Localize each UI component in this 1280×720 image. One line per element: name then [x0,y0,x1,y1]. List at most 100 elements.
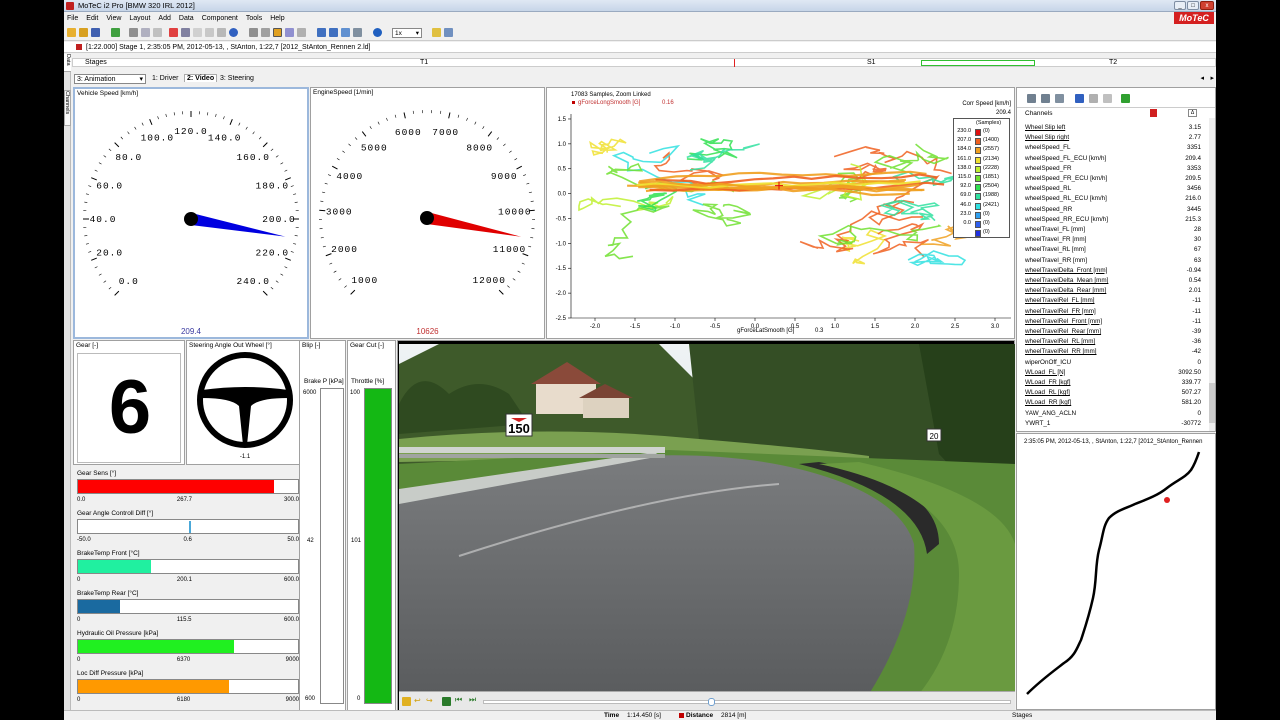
zoom-icon[interactable] [285,28,294,37]
video-timeline-knob[interactable] [708,698,715,706]
skip-forward-icon[interactable]: ⏭ [469,695,476,705]
view-icon[interactable] [1089,94,1098,103]
channel-row[interactable]: wheelTravelRel_RR [mm] -42 [1017,347,1209,357]
maximize-button[interactable]: □ [1187,1,1199,10]
pages-icon[interactable] [217,28,226,37]
page-icon[interactable] [205,28,214,37]
print-icon[interactable] [129,28,138,37]
stages-timeline[interactable]: Stages T1 S1 T2 [72,58,1216,67]
channel-row[interactable]: WLoad_FL [N] 3092.50 [1017,368,1209,378]
next-frame-icon[interactable]: ↪ [426,696,433,705]
gforce-scatter-plot[interactable]: -2.0 -1.5 -1.0 -0.5 0.0 0.5 1.0 1.5 2.0 2.5 3.0 1.5… [547,88,1014,338]
back-icon[interactable] [317,28,326,37]
tab-steering[interactable]: 3: Steering [220,75,254,82]
sort-icon[interactable] [1075,94,1084,103]
doc-icon[interactable] [193,28,202,37]
info-icon[interactable] [229,28,238,37]
channel-row[interactable]: wheelTravel_RL [mm] 67 [1017,245,1209,255]
skip-back-icon[interactable]: ⏮ [455,695,462,705]
menu-file[interactable]: File [67,13,78,24]
open-video-icon[interactable] [402,697,411,706]
channel-row[interactable]: wheelSpeed_FR_ECU [km/h] 209.5 [1017,174,1209,184]
menu-help[interactable]: Help [270,13,284,24]
save-icon[interactable] [91,28,100,37]
collapse-icon[interactable] [1041,94,1050,103]
data-side-tab[interactable]: Data [64,54,71,72]
channel-row[interactable]: wheelTravel_FL [mm] 28 [1017,225,1209,235]
close-button[interactable]: x [1200,1,1214,10]
worksheet-selector[interactable]: 3: Animation ▾ [74,74,146,84]
channel-row[interactable]: wheelTravelDelta_Front [mm] -0.94 [1017,266,1209,276]
menu-tools[interactable]: Tools [246,13,262,24]
channel-row[interactable]: wheelTravelRel_Front [mm] -11 [1017,317,1209,327]
channel-row[interactable]: wheelSpeed_RL_ECU [km/h] 216.0 [1017,194,1209,204]
preview-icon[interactable] [141,28,150,37]
open-icon[interactable] [67,28,76,37]
channel-row[interactable]: WLoad_RR [kgf] 581.20 [1017,398,1209,408]
screen-icon[interactable] [341,28,350,37]
scrollbar-thumb[interactable] [1209,383,1215,423]
tab-scroll-left-icon[interactable]: ◂ [1200,74,1204,82]
filter-icon[interactable] [1103,94,1112,103]
channel-row[interactable]: YWRT_1 -30772 [1017,419,1209,429]
table-icon[interactable] [181,28,190,37]
playback-rate-select[interactable]: 1x ▾ [392,28,422,38]
filter-icon[interactable] [249,28,258,37]
list-icon[interactable] [353,28,362,37]
copy-icon[interactable] [153,28,162,37]
minimize-button[interactable]: _ [1174,1,1186,10]
math-icon[interactable] [261,28,270,37]
channel-row[interactable]: YAW_ANG_ACLN 0 [1017,409,1209,419]
gauge-icon[interactable] [273,28,282,37]
channel-row[interactable]: wheelSpeed_FL 3351 [1017,143,1209,153]
gauge-tick-label: 220.0 [256,248,290,259]
channel-row[interactable]: Wheel Slip left 3.15 [1017,123,1209,133]
group-icon[interactable] [1055,94,1064,103]
channel-row[interactable]: wheelTravelRel_FL [mm] -11 [1017,296,1209,306]
menu-edit[interactable]: Edit [86,13,98,24]
sort-delta-icon[interactable]: Δ [1188,109,1197,117]
menu-component[interactable]: Component [202,13,238,24]
channel-row[interactable]: wheelSpeed_FL_ECU [km/h] 209.4 [1017,154,1209,164]
tab-video[interactable]: 2: Video [184,74,218,82]
channel-row[interactable]: wheelSpeed_RR_ECU [km/h] 215.3 [1017,215,1209,225]
window-icon[interactable] [444,28,453,37]
channel-row[interactable]: wiperOnOff_ICU 0 [1017,358,1209,368]
stop-icon[interactable] [442,697,451,706]
channel-row[interactable]: Wheel Slip right 2.77 [1017,133,1209,143]
tab-driver[interactable]: 1: Driver [152,75,178,82]
channel-row[interactable]: wheelTravel_RR [mm] 63 [1017,256,1209,266]
channel-row[interactable]: wheelTravel_FR [mm] 30 [1017,235,1209,245]
channel-row[interactable]: wheelSpeed_RL 3456 [1017,184,1209,194]
expand-icon[interactable] [1027,94,1036,103]
play-icon[interactable] [373,28,382,37]
channel-row[interactable]: WLoad_FR [kgf] 339.77 [1017,378,1209,388]
channel-row[interactable]: wheelSpeed_FR 3353 [1017,164,1209,174]
channels-scrollbar[interactable] [1209,118,1215,431]
forward-icon[interactable] [329,28,338,37]
mark-icon[interactable] [1150,109,1157,117]
channel-row[interactable]: wheelTravelRel_RL [mm] -36 [1017,337,1209,347]
settings-icon[interactable] [432,28,441,37]
tab-scroll-right-icon[interactable]: ▸ [1210,74,1214,82]
chart-icon[interactable] [169,28,178,37]
channels-side-tab[interactable]: Channels [64,90,71,126]
channel-row[interactable]: wheelTravelRel_FR [mm] -11 [1017,307,1209,317]
menu-layout[interactable]: Layout [129,13,150,24]
channel-row[interactable]: wheelSpeed_RR 3445 [1017,205,1209,215]
add-icon[interactable] [1121,94,1130,103]
open-folder-icon[interactable] [79,28,88,37]
menu-view[interactable]: View [106,13,121,24]
pin-icon[interactable] [76,44,82,50]
import-icon[interactable] [111,28,120,37]
menu-add[interactable]: Add [158,13,170,24]
search-icon[interactable] [297,28,306,37]
channel-row[interactable]: WLoad_RL [kgf] 507.27 [1017,388,1209,398]
channel-row[interactable]: wheelTravelRel_Rear [mm] -39 [1017,327,1209,337]
prev-frame-icon[interactable]: ↩ [414,696,421,705]
video-timeline[interactable] [483,698,1011,706]
menu-data[interactable]: Data [179,13,194,24]
channel-row[interactable]: wheelTravelDelta_Mean [mm] 0.54 [1017,276,1209,286]
channel-row[interactable]: wheelTravelDelta_Rear [mm] 2.01 [1017,286,1209,296]
track-map[interactable] [1017,448,1215,708]
